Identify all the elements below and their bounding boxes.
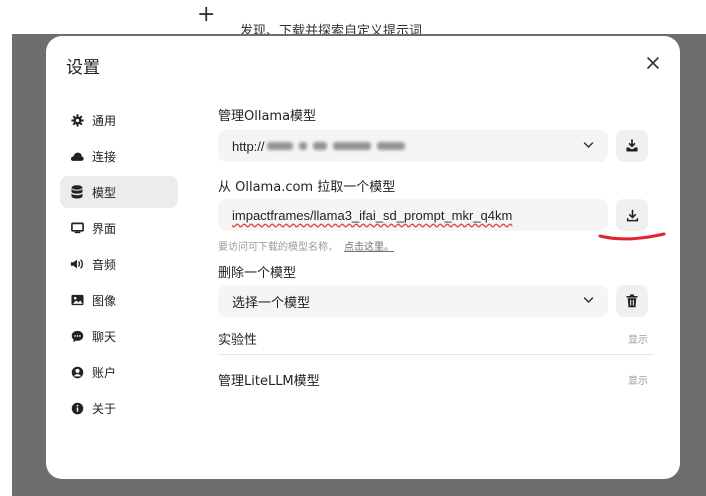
model-hint-text: 要访问可下载的模型名称， — [218, 242, 338, 253]
update-models-button[interactable] — [616, 130, 648, 162]
chevron-down-icon — [583, 142, 594, 149]
download-icon — [626, 209, 638, 221]
close-button[interactable] — [646, 56, 660, 70]
chevron-down-icon — [583, 297, 594, 304]
monitor-icon — [70, 221, 84, 235]
settings-sidebar: 通用 连接 模型 界面 音频 图像 聊天 账户 关于 — [60, 104, 204, 428]
sidebar-item-interface[interactable]: 界面 — [60, 212, 204, 244]
sidebar-item-chat[interactable]: 聊天 — [60, 320, 204, 352]
model-hint: 要访问可下载的模型名称， 点击这里。 — [218, 238, 394, 253]
annotation-red-underline — [598, 232, 666, 241]
sidebar-item-account[interactable]: 账户 — [60, 356, 204, 388]
delete-model-select-value: 选择一个模型 — [232, 294, 311, 310]
info-icon — [70, 401, 84, 415]
background-plus-icon: + — [197, 2, 216, 27]
litellm-toggle[interactable]: 显示 — [628, 372, 648, 387]
litellm-label: 管理LiteLLM模型 — [218, 374, 320, 389]
background-page-header: + 发现、下载并探索自定义提示词 — [0, 0, 706, 39]
close-icon — [647, 57, 659, 69]
delete-model-title: 删除一个模型 — [218, 266, 297, 281]
section-divider — [218, 354, 654, 355]
speaker-icon — [70, 257, 84, 271]
experimental-label: 实验性 — [218, 333, 258, 348]
cloud-icon — [70, 149, 84, 163]
sidebar-item-label: 关于 — [92, 401, 117, 416]
sidebar-item-general[interactable]: 通用 — [60, 104, 204, 136]
gear-icon — [70, 113, 84, 127]
sidebar-item-label: 连接 — [92, 149, 117, 164]
sidebar-item-models[interactable]: 模型 — [60, 176, 178, 208]
sidebar-item-label: 音频 — [92, 257, 117, 272]
sidebar-item-about[interactable]: 关于 — [60, 392, 204, 424]
sidebar-item-label: 图像 — [92, 293, 117, 308]
chat-bubble-icon — [70, 329, 84, 343]
server-url-prefix: http:// — [232, 138, 265, 154]
pull-model-input[interactable]: impactframes/llama3_ifai_sd_prompt_mkr_q… — [218, 199, 608, 231]
settings-modal: 设置 通用 连接 模型 界面 音频 图像 聊天 账户 关于 管理Ollama模型… — [46, 36, 680, 479]
image-icon — [70, 293, 84, 307]
user-icon — [70, 365, 84, 379]
modal-title: 设置 — [66, 58, 100, 78]
sidebar-item-label: 模型 — [92, 185, 117, 200]
sidebar-item-label: 界面 — [92, 221, 117, 236]
ollama-server-select[interactable]: http:// — [218, 130, 608, 162]
delete-model-button[interactable] — [616, 285, 648, 317]
delete-model-select[interactable]: 选择一个模型 — [218, 285, 608, 317]
pull-model-button[interactable] — [616, 199, 648, 231]
pull-model-title: 从 Ollama.com 拉取一个模型 — [218, 180, 396, 195]
experimental-toggle[interactable]: 显示 — [628, 331, 648, 346]
sidebar-item-label: 聊天 — [92, 329, 117, 344]
model-library-link[interactable]: 点击这里。 — [344, 242, 394, 253]
sidebar-item-connections[interactable]: 连接 — [60, 140, 204, 172]
sidebar-item-label: 通用 — [92, 113, 117, 128]
manage-ollama-title: 管理Ollama模型 — [218, 109, 317, 124]
server-url-redacted — [266, 142, 405, 150]
sidebar-item-label: 账户 — [92, 365, 117, 380]
pull-model-input-value: impactframes/llama3_ifai_sd_prompt_mkr_q… — [232, 207, 513, 223]
trash-icon — [626, 294, 638, 308]
sidebar-item-audio[interactable]: 音频 — [60, 248, 204, 280]
database-icon — [70, 185, 84, 199]
download-tray-icon — [626, 139, 638, 152]
sidebar-item-images[interactable]: 图像 — [60, 284, 204, 316]
